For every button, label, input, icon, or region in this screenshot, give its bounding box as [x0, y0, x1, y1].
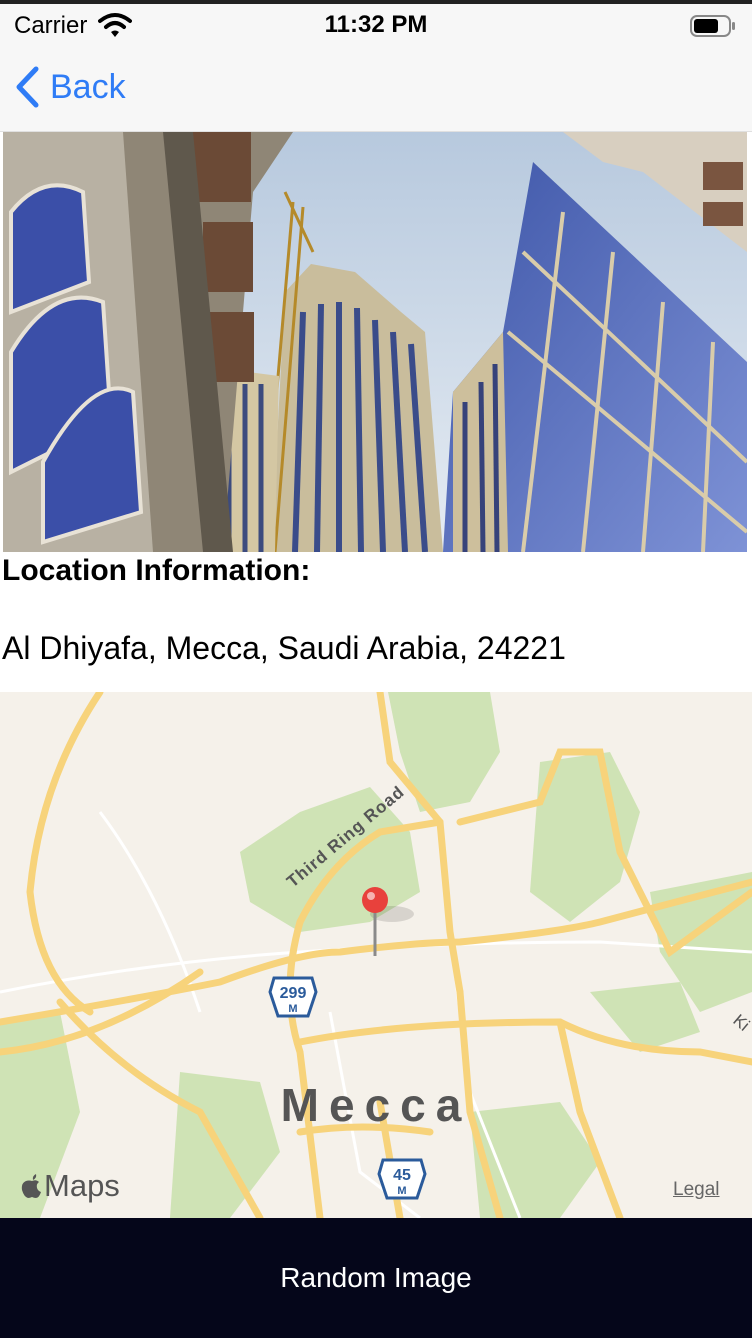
random-image-label: Random Image — [280, 1262, 472, 1293]
status-bar: Carrier 11:32 PM — [0, 4, 752, 46]
legal-link[interactable]: Legal — [673, 1179, 720, 1201]
svg-text:299: 299 — [280, 985, 307, 1002]
location-heading: Location Information: — [2, 554, 311, 587]
battery-icon — [690, 15, 735, 37]
apple-icon — [21, 1174, 41, 1198]
random-image-button[interactable]: Random Image — [0, 1218, 752, 1338]
chevron-left-icon — [16, 66, 39, 108]
map-view[interactable]: 299 M 45 M Ki Third Ring Road Mecca Maps… — [0, 692, 752, 1218]
address-text: Al Dhiyafa, Mecca, Saudi Arabia, 24221 — [2, 630, 566, 666]
navigation-bar: Carrier 11:32 PM Back — [0, 0, 752, 132]
city-label: Mecca — [280, 1079, 472, 1131]
svg-text:M: M — [397, 1185, 406, 1197]
edge-road-label: Ki — [729, 1011, 752, 1035]
nav-row: Back — [0, 46, 752, 131]
back-button[interactable]: Back — [14, 64, 126, 110]
highway-shield-45: 45 M — [377, 1158, 427, 1200]
location-photo — [3, 132, 747, 552]
maps-logo: Maps — [20, 1168, 120, 1204]
svg-text:45: 45 — [393, 1167, 411, 1184]
clock: 11:32 PM — [324, 11, 428, 38]
highway-shield-299: 299 M — [268, 976, 318, 1018]
svg-text:M: M — [288, 1003, 297, 1015]
maps-brand-label: Maps — [44, 1168, 120, 1203]
back-label: Back — [50, 67, 126, 106]
